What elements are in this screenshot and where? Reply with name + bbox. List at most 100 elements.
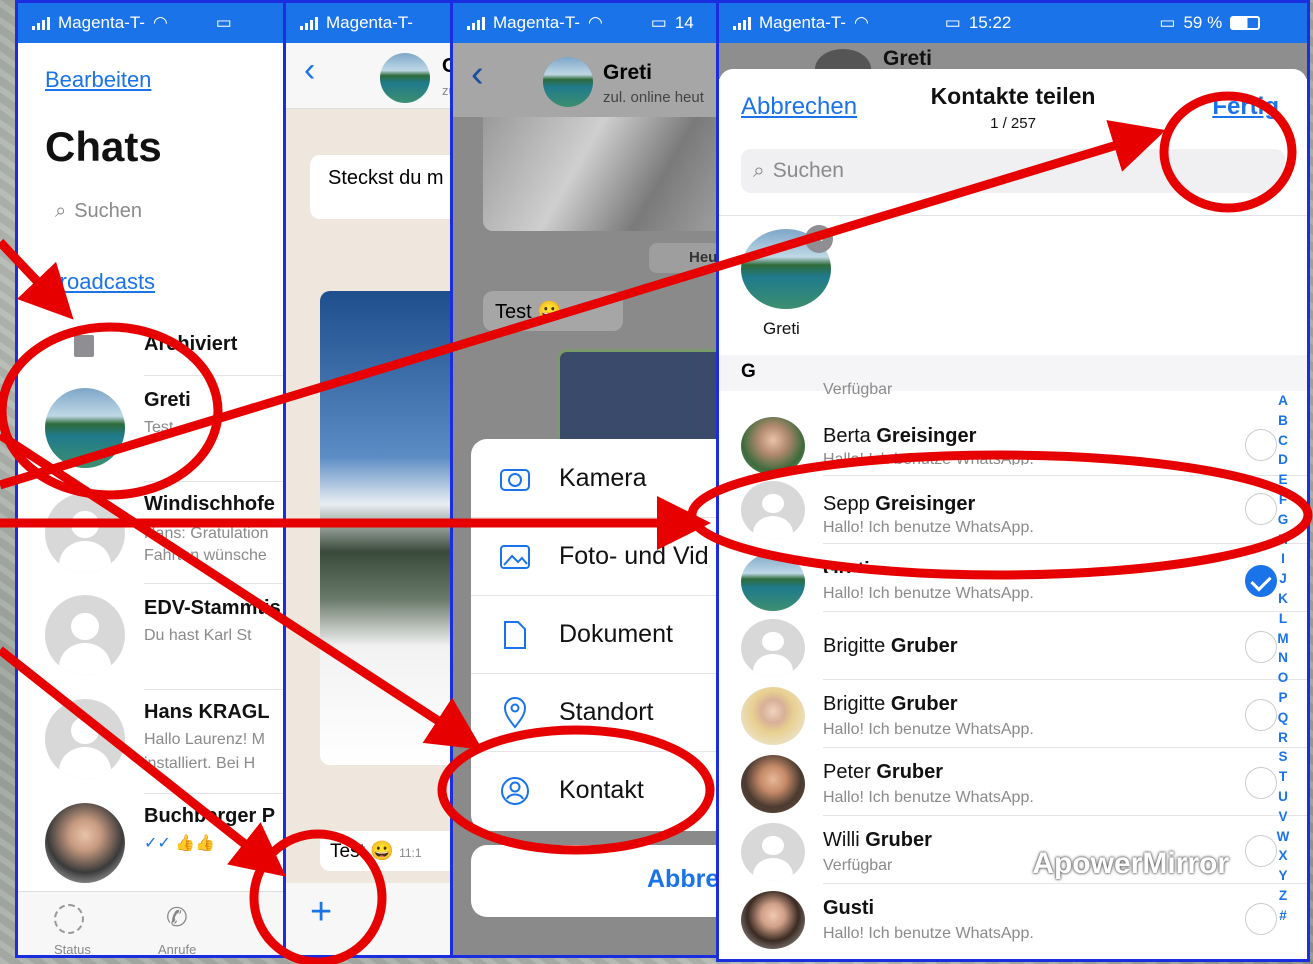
share-sheet: Abbrechen Kontakte teilen 1 / 257 Fertig…	[719, 69, 1307, 959]
remove-icon[interactable]: ×	[805, 225, 833, 253]
menu-camera[interactable]: Kamera	[471, 439, 719, 517]
alphabet-letter[interactable]: G	[1275, 510, 1291, 530]
select-radio[interactable]	[1245, 429, 1277, 461]
chat-header: ‹ G zu	[286, 43, 452, 109]
document-icon	[497, 617, 533, 653]
alphabet-index[interactable]: A B C D E F G H I J K L M N O P Q R S T U V W X Y Z #	[1275, 391, 1291, 926]
done-button[interactable]: Fertig	[1212, 93, 1279, 121]
message-bubble: Test 😀	[483, 291, 623, 331]
contact-row[interactable]: Peter Gruber Hallo! Ich benutze WhatsApp…	[719, 747, 1307, 815]
chat-name[interactable]: Buchberger P	[144, 805, 275, 828]
contact-row[interactable]: Sepp Greisinger Hallo! Ich benutze Whats…	[719, 475, 1307, 543]
alphabet-letter[interactable]: X	[1275, 846, 1291, 866]
alphabet-letter[interactable]: Y	[1275, 866, 1291, 886]
contact-row[interactable]: Brigitte Gruber	[719, 611, 1307, 679]
search-icon: ⌕	[55, 199, 67, 222]
alphabet-letter[interactable]: H	[1275, 530, 1291, 550]
contact-row[interactable]: Gusti Hallo! Ich benutze WhatsApp.	[719, 883, 1307, 951]
search-input[interactable]: ⌕ Suchen	[45, 191, 284, 231]
alphabet-letter[interactable]: #	[1275, 906, 1291, 926]
avatar	[741, 619, 805, 677]
status-icon[interactable]	[54, 904, 84, 934]
menu-location[interactable]: Standort	[471, 673, 719, 751]
alphabet-letter[interactable]: L	[1275, 609, 1291, 629]
contact-status: Hallo! Ich benutze WhatsApp.	[823, 519, 1034, 536]
select-radio-checked[interactable]	[1245, 565, 1277, 597]
chat-name[interactable]: EDV-Stammtis	[144, 597, 281, 620]
alphabet-letter[interactable]: K	[1275, 589, 1291, 609]
alphabet-letter[interactable]: T	[1275, 767, 1291, 787]
chat-name[interactable]: Greti	[144, 389, 191, 412]
alphabet-letter[interactable]: Q	[1275, 708, 1291, 728]
avatar	[741, 553, 805, 611]
chat-preview: Fahrten wünsche	[144, 547, 267, 564]
attach-menu: Kamera Foto- und Vid Dokument Standort K…	[471, 439, 719, 831]
archive-icon	[74, 335, 94, 357]
chat-preview: Hallo Laurenz! M	[144, 731, 265, 748]
alphabet-letter[interactable]: D	[1275, 450, 1291, 470]
select-radio[interactable]	[1245, 631, 1277, 663]
avatar	[741, 687, 805, 745]
alphabet-letter[interactable]: N	[1275, 648, 1291, 668]
last-name: Greisinger	[876, 425, 977, 447]
last-name: Gruber	[890, 635, 958, 657]
photo-message[interactable]	[320, 291, 452, 765]
menu-contact[interactable]: Kontakt	[471, 751, 719, 829]
plus-icon[interactable]: +	[310, 891, 332, 934]
tab-status[interactable]: Status	[54, 942, 91, 955]
phone-icon[interactable]: ✆	[166, 902, 188, 933]
chat-name[interactable]: Windischhofe	[144, 493, 275, 516]
alphabet-letter[interactable]: C	[1275, 431, 1291, 451]
select-radio[interactable]	[1245, 493, 1277, 525]
tab-bar: Status ✆ Anrufe	[18, 891, 284, 955]
message-text: Test	[495, 301, 532, 323]
watermark: ApowerMirror	[1032, 847, 1229, 880]
alphabet-letter[interactable]: W	[1275, 827, 1291, 847]
search-placeholder: Suchen	[772, 159, 844, 182]
cancel-button[interactable]: Abbre	[471, 845, 719, 917]
location-icon	[497, 695, 533, 731]
alphabet-letter[interactable]: P	[1275, 688, 1291, 708]
contact-name: Greti	[883, 47, 933, 70]
alphabet-letter[interactable]: R	[1275, 728, 1291, 748]
archived-row[interactable]: Archiviert	[144, 333, 237, 356]
chat-preview: installiert. Bei H	[144, 755, 256, 772]
chat-name[interactable]: Hans KRAGL	[144, 701, 270, 724]
last-name: Gruber	[876, 761, 944, 783]
contact-row[interactable]: Greti Hallo! Ich benutze WhatsApp.	[719, 543, 1307, 611]
contact-status: Hallo! Ich benutze WhatsApp.	[823, 451, 1034, 465]
photo-icon	[497, 539, 533, 575]
contact-row[interactable]: Berta Greisinger Hallo! Ich benutze What…	[719, 405, 1307, 475]
alphabet-letter[interactable]: F	[1275, 490, 1291, 510]
signal-icon	[300, 16, 318, 30]
back-icon[interactable]: ‹	[471, 53, 484, 96]
alphabet-letter[interactable]: B	[1275, 411, 1291, 431]
broadcasts-link[interactable]: Broadcasts	[45, 269, 155, 295]
select-radio[interactable]	[1245, 903, 1277, 935]
alphabet-letter[interactable]: E	[1275, 470, 1291, 490]
back-icon[interactable]: ‹	[304, 51, 315, 90]
search-input[interactable]: ⌕ Suchen	[741, 149, 1285, 193]
menu-label: Standort	[559, 698, 654, 726]
tab-calls[interactable]: Anrufe	[158, 942, 196, 955]
alphabet-letter[interactable]: I	[1275, 549, 1291, 569]
alphabet-letter[interactable]: A	[1275, 391, 1291, 411]
alphabet-letter[interactable]: J	[1275, 569, 1291, 589]
select-radio[interactable]	[1245, 835, 1277, 867]
menu-document[interactable]: Dokument	[471, 595, 719, 673]
edit-button[interactable]: Bearbeiten	[45, 67, 151, 93]
alphabet-letter[interactable]: U	[1275, 787, 1291, 807]
menu-photo-video[interactable]: Foto- und Vid	[471, 517, 719, 595]
input-bar: +	[286, 883, 452, 955]
contact-row[interactable]: Brigitte Gruber Hallo! Ich benutze Whats…	[719, 679, 1307, 747]
section-header: G	[719, 355, 1307, 391]
alphabet-letter[interactable]: V	[1275, 807, 1291, 827]
first-name: Brigitte	[823, 635, 891, 657]
contact-name[interactable]: Greti	[603, 61, 652, 85]
alphabet-letter[interactable]: Z	[1275, 886, 1291, 906]
alphabet-letter[interactable]: S	[1275, 747, 1291, 767]
select-radio[interactable]	[1245, 767, 1277, 799]
alphabet-letter[interactable]: M	[1275, 629, 1291, 649]
alphabet-letter[interactable]: O	[1275, 668, 1291, 688]
select-radio[interactable]	[1245, 699, 1277, 731]
